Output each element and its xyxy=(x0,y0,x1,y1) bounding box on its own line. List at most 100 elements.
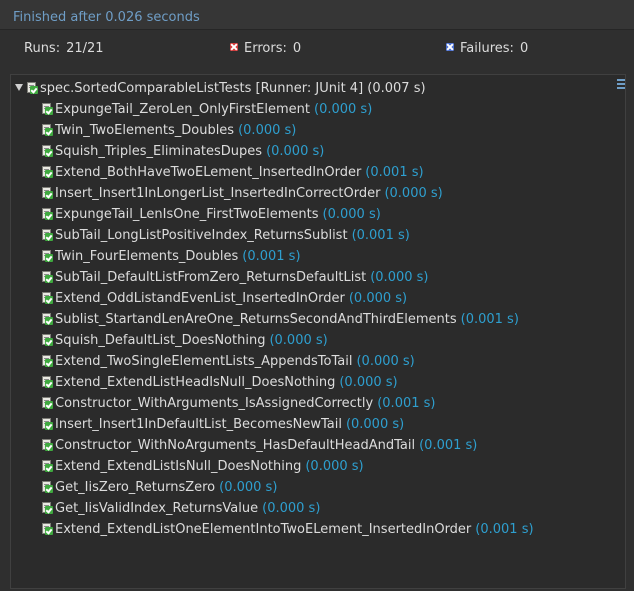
test-case-time: (0.000 s) xyxy=(238,123,297,138)
test-case-row[interactable]: Get_IisValidIndex_ReturnsValue (0.000 s) xyxy=(41,498,534,519)
runs-label: Runs: xyxy=(24,41,61,56)
test-case-row[interactable]: ExpungeTail_ZeroLen_OnlyFirstElement (0.0… xyxy=(41,99,534,120)
runs-value: 21/21 xyxy=(66,41,104,56)
test-pass-icon xyxy=(41,355,53,367)
test-case-time: (0.001 s) xyxy=(460,312,519,327)
test-case-name: Twin_TwoElements_Doubles xyxy=(55,123,235,138)
test-pass-icon xyxy=(41,229,53,241)
test-pass-icon xyxy=(41,418,53,430)
test-counters-bar: Runs: 21/21 Errors: 0 Failures: 0 xyxy=(0,31,634,66)
test-case-name: Squish_DefaultList_DoesNothing xyxy=(55,333,266,348)
test-case-time: (0.001 s) xyxy=(377,396,436,411)
test-case-name: Extend_ExtendListIsNull_DoesNothing xyxy=(55,459,302,474)
test-case-name: Extend_OddListandEvenList_InsertedInOrde… xyxy=(55,291,345,306)
failure-icon xyxy=(446,43,454,51)
test-case-time: (0.000 s) xyxy=(348,291,408,306)
test-case-time: (0.001 s) xyxy=(475,522,534,537)
test-pass-icon xyxy=(41,271,53,283)
test-pass-icon xyxy=(41,376,53,388)
test-case-time: (0.000 s) xyxy=(305,459,364,474)
test-case-time: (0.000 s) xyxy=(269,333,328,348)
test-case-row[interactable]: Insert_Insert1InLongerList_InsertedInCor… xyxy=(41,183,534,204)
test-case-name: SubTail_LongListPositiveIndex_ReturnsSub… xyxy=(55,228,348,243)
test-pass-icon xyxy=(41,502,53,514)
test-case-time: (0.000 s) xyxy=(384,186,443,201)
test-case-name: ExpungeTail_LenIsOne_FirstTwoElements xyxy=(55,207,319,222)
test-case-name: Get_IisValidIndex_ReturnsValue xyxy=(55,501,259,516)
test-case-row[interactable]: Extend_ExtendListHeadIsNull_DoesNothing(… xyxy=(41,372,534,393)
test-pass-icon xyxy=(41,439,53,451)
finished-status-text: Finished after 0.026 seconds xyxy=(13,10,200,25)
test-pass-icon xyxy=(41,481,53,493)
test-case-row[interactable]: Squish_DefaultList_DoesNothing (0.000 s) xyxy=(41,330,534,351)
test-case-time: (0.000 s) xyxy=(219,480,278,495)
error-icon xyxy=(230,43,238,51)
test-case-time: (0.000 s) xyxy=(322,207,381,222)
test-case-name: Extend_TwoSingleElementLists_AppendsToTa… xyxy=(55,354,353,369)
test-case-name: Insert_Insert1InDefaultList_BecomesNewTa… xyxy=(55,417,342,432)
test-pass-icon xyxy=(41,292,53,304)
test-case-row[interactable]: Insert_Insert1InDefaultList_BecomesNewTa… xyxy=(41,414,534,435)
test-case-row[interactable]: Constructor_WithNoArguments_HasDefaultHe… xyxy=(41,435,534,456)
test-case-time: (0.000 s) xyxy=(356,354,415,369)
test-case-time: (0.001 s) xyxy=(351,228,410,243)
test-case-time: (0.000 s) xyxy=(262,501,321,516)
test-case-row[interactable]: Extend_ExtendListOneElementIntoTwoELemen… xyxy=(41,519,534,540)
test-case-row[interactable]: ExpungeTail_LenIsOne_FirstTwoElements (0.… xyxy=(41,204,534,225)
test-suite-label: spec.SortedComparableListTests [Runner: … xyxy=(40,81,426,96)
test-case-name: Sublist_StartandLenAreOne_ReturnsSecondA… xyxy=(55,312,457,327)
test-case-name: Twin_FourElements_Doubles xyxy=(55,249,239,264)
status-header: Finished after 0.026 seconds xyxy=(0,0,634,30)
test-case-list: ExpungeTail_ZeroLen_OnlyFirstElement (0.0… xyxy=(41,99,534,540)
test-suite-row[interactable]: spec.SortedComparableListTests [Runner: … xyxy=(15,78,426,99)
test-pass-icon xyxy=(41,460,53,472)
test-case-name: ExpungeTail_ZeroLen_OnlyFirstElement xyxy=(55,102,310,117)
test-case-row[interactable]: Twin_FourElements_Doubles (0.001 s) xyxy=(41,246,534,267)
test-case-row[interactable]: Extend_OddListandEvenList_InsertedInOrde… xyxy=(41,288,534,309)
test-case-time: (0.001 s) xyxy=(242,249,301,264)
test-pass-icon xyxy=(41,250,53,262)
test-case-name: SubTail_DefaultListFromZero_ReturnsDefau… xyxy=(55,270,367,285)
test-pass-icon xyxy=(41,397,53,409)
errors-counter: Errors: 0 xyxy=(230,41,301,56)
test-results-tree[interactable]: spec.SortedComparableListTests [Runner: … xyxy=(10,74,626,589)
test-pass-icon xyxy=(41,103,53,115)
test-case-time: (0.001 s) xyxy=(365,165,424,180)
test-case-name: Extend_ExtendListHeadIsNull_DoesNothing xyxy=(55,375,336,390)
test-case-row[interactable]: Twin_TwoElements_Doubles (0.000 s) xyxy=(41,120,534,141)
test-suite-pass-icon xyxy=(26,82,38,94)
failures-label: Failures: xyxy=(460,41,514,56)
test-pass-icon xyxy=(41,187,53,199)
test-case-name: Constructor_WithArguments_IsAssignedCorr… xyxy=(55,396,374,411)
errors-label: Errors: xyxy=(244,41,287,56)
test-case-row[interactable]: Sublist_StartandLenAreOne_ReturnsSecondA… xyxy=(41,309,534,330)
test-pass-icon xyxy=(41,313,53,325)
test-case-row[interactable]: SubTail_LongListPositiveIndex_ReturnsSub… xyxy=(41,225,534,246)
test-pass-icon xyxy=(41,145,53,157)
test-case-name: Squish_Triples_EliminatesDupes xyxy=(55,144,263,159)
test-case-time: (0.000 s) xyxy=(345,417,405,432)
failures-value: 0 xyxy=(519,41,529,56)
test-case-row[interactable]: Extend_BothHaveTwoELement_InsertedInOrde… xyxy=(41,162,534,183)
test-case-time: (0.000 s) xyxy=(370,270,429,285)
test-case-row[interactable]: Extend_TwoSingleElementLists_AppendsToTa… xyxy=(41,351,534,372)
test-case-name: Extend_ExtendListOneElementIntoTwoELemen… xyxy=(55,522,472,537)
view-menu-icon[interactable] xyxy=(617,79,625,89)
test-pass-icon xyxy=(41,208,53,220)
test-case-row[interactable]: Get_IisZero_ReturnsZero (0.000 s) xyxy=(41,477,534,498)
errors-value: 0 xyxy=(292,41,302,56)
test-case-row[interactable]: SubTail_DefaultListFromZero_ReturnsDefau… xyxy=(41,267,534,288)
test-pass-icon xyxy=(41,124,53,136)
test-case-time: (0.001 s) xyxy=(419,438,478,453)
test-case-name: Constructor_WithNoArguments_HasDefaultHe… xyxy=(55,438,416,453)
test-case-time: (0.000 s) xyxy=(314,102,373,117)
test-case-row[interactable]: Extend_ExtendListIsNull_DoesNothing (0.00… xyxy=(41,456,534,477)
test-pass-icon xyxy=(41,166,53,178)
test-case-row[interactable]: Constructor_WithArguments_IsAssignedCorr… xyxy=(41,393,534,414)
test-case-name: Get_IisZero_ReturnsZero xyxy=(55,480,216,495)
failures-counter: Failures: 0 xyxy=(446,41,528,56)
test-case-row[interactable]: Squish_Triples_EliminatesDupes (0.000 s) xyxy=(41,141,534,162)
test-pass-icon xyxy=(41,523,53,535)
test-case-name: Insert_Insert1InLongerList_InsertedInCor… xyxy=(55,186,381,201)
expand-toggle-icon[interactable] xyxy=(15,84,23,91)
